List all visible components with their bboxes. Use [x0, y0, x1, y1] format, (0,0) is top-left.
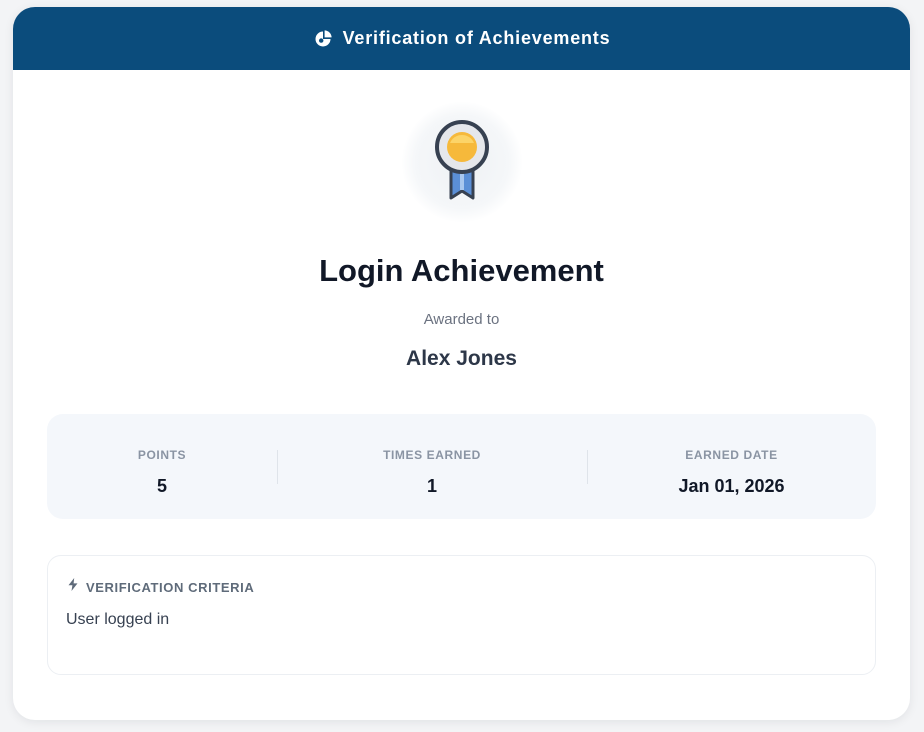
criteria-title: VERIFICATION CRITERIA	[86, 579, 255, 595]
stat-value: 1	[426, 476, 437, 496]
stat-points: POINTS 5	[47, 414, 277, 519]
stat-label: TIMES EARNED	[383, 448, 481, 462]
pie-chart-icon	[313, 29, 333, 49]
badge-container	[402, 102, 522, 222]
card-header: Verification of Achievements	[13, 7, 910, 70]
awarded-to-label: Awarded to	[423, 311, 500, 328]
stat-earned-date: EARNED DATE Jan 01, 2026	[587, 414, 876, 519]
stat-value: Jan 01, 2026	[678, 476, 785, 496]
criteria-text: User logged in	[66, 611, 170, 628]
verification-card: Verification of Achievements Login Achie…	[13, 7, 910, 720]
stat-label: EARNED DATE	[685, 448, 778, 462]
stat-value: 5	[156, 476, 167, 496]
criteria-heading: VERIFICATION CRITERIA	[68, 578, 254, 596]
lightning-bolt-icon	[68, 578, 78, 596]
stat-label: POINTS	[137, 448, 187, 462]
stat-times-earned: TIMES EARNED 1	[277, 414, 587, 519]
award-ribbon-icon	[432, 119, 492, 206]
stats-panel: POINTS 5 TIMES EARNED 1 EARNED DATE Jan …	[47, 414, 876, 519]
recipient-name: Alex Jones	[406, 347, 517, 370]
verification-criteria-panel: VERIFICATION CRITERIA User logged in	[47, 555, 876, 675]
achievement-title: Login Achievement	[319, 253, 604, 288]
header-title: Verification of Achievements	[342, 28, 611, 48]
